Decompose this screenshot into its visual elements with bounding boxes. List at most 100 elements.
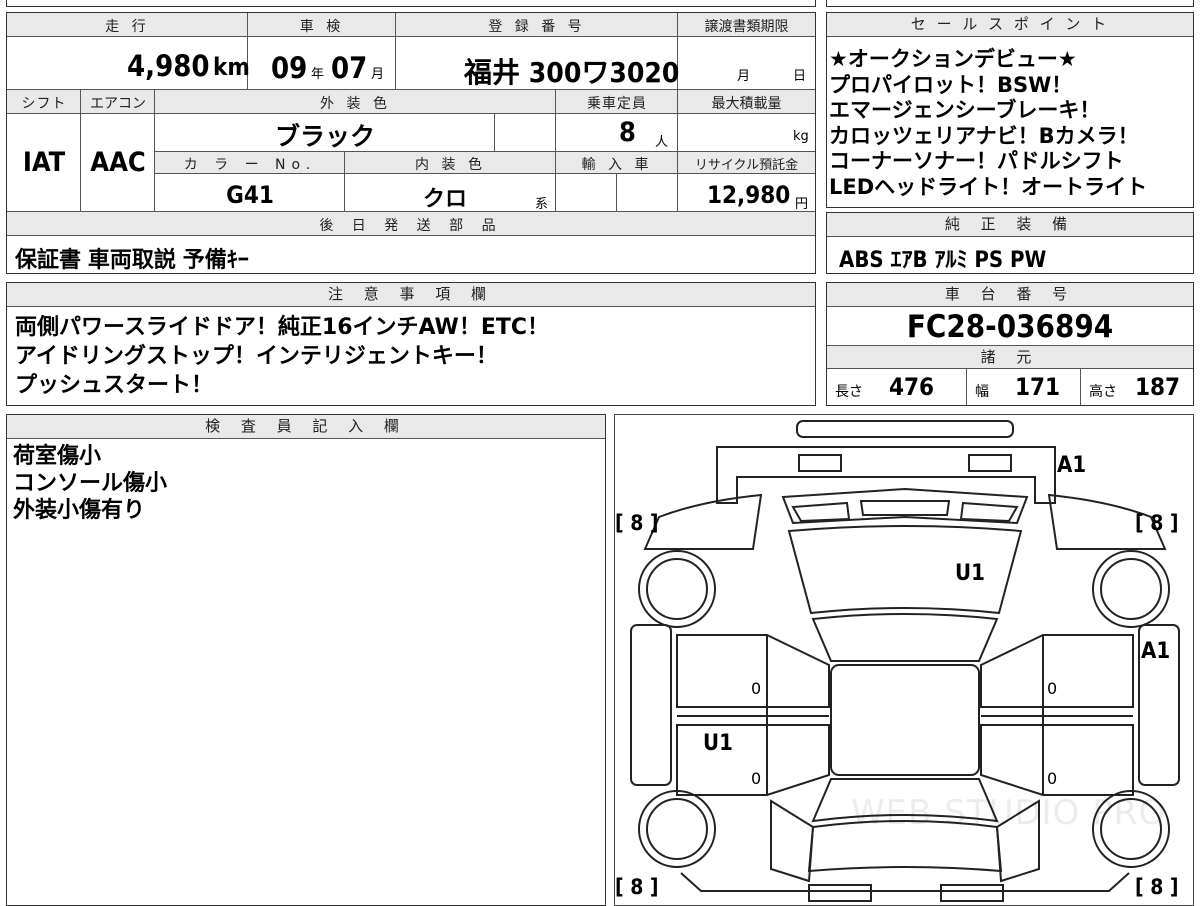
- length-label: 長さ: [835, 384, 863, 400]
- transfer-month-unit: 月: [737, 69, 751, 84]
- registration-value: 福井 300ワ3020: [464, 56, 680, 89]
- color-no-label: カ ラ ー No.: [183, 157, 317, 173]
- inspector-label: 検 査 員 記 入 欄: [7, 415, 605, 439]
- later-parts-value: 保証書 車両取説 予備ｷｰ: [15, 248, 249, 273]
- wheel-rear-left-inner: [646, 798, 708, 860]
- interior-color-value: クロ: [422, 187, 467, 212]
- hood: [787, 525, 1023, 615]
- exterior-color-label: 外 装 色: [320, 96, 391, 112]
- side-sill-left: [630, 624, 672, 786]
- exterior-color-value: ブラック: [274, 122, 375, 151]
- width-value: 171: [1015, 373, 1061, 401]
- front-bumper-top-bar: [796, 420, 1014, 438]
- shift-label: シフト: [21, 96, 67, 112]
- capacity-label: 乗車定員: [587, 96, 647, 112]
- top-strip-right: [826, 0, 1194, 7]
- sales-point-line: コーナーソナー！パドルシフト: [829, 149, 1124, 173]
- chassis-label: 車 台 番 号: [827, 283, 1193, 307]
- roof: [830, 664, 980, 776]
- sales-points-label: セ ー ル ス ポ イ ン ト: [827, 13, 1193, 37]
- rear-plate-area-right: [940, 884, 1004, 902]
- genuine-equipment-panel: 純 正 装 備 ABS ｴｱB ｱﾙﾐ PS PW: [826, 212, 1194, 274]
- mark-hood: U1: [955, 561, 985, 586]
- vehicle-info-table: 走 行 車 検 登 録 番 号 譲渡書類期限 4,980 km 09 年 07 …: [6, 12, 816, 274]
- notes-panel: 注 意 事 項 欄 両側パワースライドドア！純正16インチAW！ETC！ アイド…: [6, 282, 816, 406]
- mark-front-bumper: A1: [1057, 453, 1087, 478]
- inspection-label: 車 検: [299, 19, 345, 35]
- rear-bumper: [680, 872, 1130, 892]
- later-parts-label: 後 日 発 送 部 品: [319, 218, 503, 234]
- chassis-panel: 車 台 番 号 FC28-036894 諸 元 長さ 476 幅 171 高さ …: [826, 282, 1194, 406]
- sales-points-list: ★オークションデビュー★ プロパイロット！BSW！ エマージェンシーブレーキ！ …: [829, 47, 1147, 200]
- recycle-value: 12,980: [707, 181, 791, 209]
- inspector-list: 荷室傷小 コンソール傷小 外装小傷有り: [13, 443, 167, 524]
- max-load-unit: kg: [793, 129, 809, 144]
- recycle-unit: 円: [795, 197, 809, 212]
- mark-left-rear-door: U1: [703, 731, 733, 756]
- rear-quarter-left: [770, 799, 815, 883]
- mileage-unit: km: [213, 53, 250, 81]
- tire-rear-right: [ 8 ]: [1135, 875, 1179, 899]
- sales-points-panel: セ ー ル ス ポ イ ン ト ★オークションデビュー★ プロパイロット！BSW…: [826, 12, 1194, 208]
- sales-point-line: エマージェンシーブレーキ！: [829, 98, 1101, 122]
- inspection-month-unit: 月: [371, 67, 385, 82]
- shift-value: IAT: [22, 147, 66, 178]
- inspection-year: 09: [271, 51, 308, 85]
- interior-color-label: 内 装 色: [415, 157, 486, 173]
- transfer-day-unit: 日: [793, 69, 807, 84]
- transfer-docs-label: 譲渡書類期限: [704, 19, 789, 35]
- capacity-unit: 人: [655, 135, 669, 150]
- import-label: 輸 入 車: [581, 157, 653, 173]
- tire-front-right: [ 8 ]: [1135, 511, 1179, 535]
- door-value-right-front: 0: [1047, 679, 1058, 698]
- mark-right-front-fender: A1: [1141, 639, 1171, 664]
- specs-label: 諸 元: [827, 345, 1193, 369]
- capacity-value: 8: [619, 117, 636, 148]
- height-label: 高さ: [1089, 384, 1117, 400]
- note-line: アイドリングストップ！インテリジェントキー！: [15, 344, 498, 369]
- length-value: 476: [889, 373, 935, 401]
- registration-label: 登 録 番 号: [488, 19, 586, 35]
- mileage-value: 4,980: [127, 49, 210, 83]
- inspector-panel: 検 査 員 記 入 欄 荷室傷小 コンソール傷小 外装小傷有り: [6, 414, 606, 906]
- genuine-equipment-label: 純 正 装 備: [827, 213, 1193, 237]
- door-value-right-rear: 0: [1047, 769, 1058, 788]
- sales-point-line: プロパイロット！BSW！: [829, 72, 1073, 97]
- top-strip-left: [6, 0, 816, 7]
- color-no-value: G41: [226, 181, 274, 209]
- watermark: WEB STUDIO PRO: [851, 793, 1167, 833]
- inspector-line: 外装小傷有り: [13, 498, 146, 523]
- windshield: [811, 613, 999, 662]
- sales-point-line: ★オークションデビュー★: [829, 47, 1077, 71]
- tire-rear-left: [ 8 ]: [615, 875, 659, 899]
- door-value-left-front: 0: [751, 679, 762, 698]
- front-fender-left: [643, 493, 763, 550]
- aircon-label: エアコン: [90, 96, 146, 112]
- notes-label: 注 意 事 項 欄: [7, 283, 815, 307]
- inspection-year-unit: 年: [311, 67, 325, 82]
- inspection-month: 07: [331, 51, 368, 85]
- max-load-label: 最大積載量: [711, 96, 782, 112]
- note-line: プッシュスタート！: [15, 373, 214, 398]
- height-value: 187: [1135, 373, 1181, 401]
- inspector-line: コンソール傷小: [13, 471, 168, 496]
- inspector-line: 荷室傷小: [13, 444, 102, 469]
- headlight-right: [968, 454, 1012, 472]
- headlight-left: [798, 454, 842, 472]
- wheel-rear-left-outer: [638, 790, 716, 868]
- genuine-equipment-value: ABS ｴｱB ｱﾙﾐ PS PW: [839, 248, 1047, 273]
- width-label: 幅: [975, 384, 989, 400]
- note-line: 両側パワースライドドア！純正16インチAW！ETC！: [15, 315, 550, 340]
- wheel-front-right-inner: [1100, 558, 1162, 620]
- mileage-label: 走 行: [105, 19, 150, 35]
- rear-plate-area: [808, 884, 872, 902]
- tire-front-left: [ 8 ]: [615, 511, 659, 535]
- recycle-label: リサイクル預託金: [694, 158, 799, 173]
- interior-color-suffix: 系: [535, 197, 549, 212]
- notes-list: 両側パワースライドドア！純正16インチAW！ETC！ アイドリングストップ！イン…: [15, 313, 549, 400]
- grille-slat-left: [791, 501, 851, 523]
- wheel-front-left-outer: [638, 550, 716, 628]
- specs-row: 長さ 476 幅 171 高さ 187: [827, 369, 1193, 405]
- grille-slat-mid: [859, 500, 951, 516]
- damage-diagram-panel: [ 8 ] [ 8 ] [ 8 ] [ 8 ] A1 U1 A1 U1 0 0 …: [614, 414, 1194, 906]
